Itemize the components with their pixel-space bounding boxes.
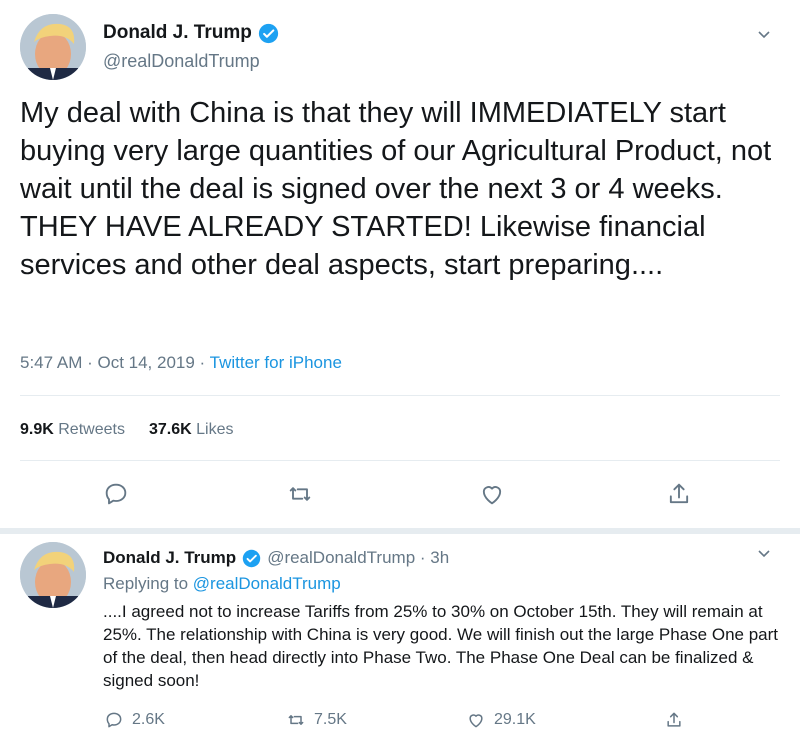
retweets-label[interactable]: Retweets xyxy=(58,421,125,438)
likes-count[interactable]: 37.6K xyxy=(149,421,192,438)
main-tweet: Donald J. Trump @realDonaldTrump My deal… xyxy=(0,0,800,528)
share-icon xyxy=(667,712,681,727)
reply-count: 2.6K xyxy=(132,711,165,728)
reply-button[interactable]: 2.6K xyxy=(104,710,165,730)
reply-icon xyxy=(106,712,122,728)
like-button[interactable]: 29.1K xyxy=(466,710,536,730)
author-name-text[interactable]: Donald J. Trump xyxy=(103,22,252,44)
replying-to: Replying to @realDonaldTrump xyxy=(103,574,341,594)
like-count: 29.1K xyxy=(494,711,536,728)
author-handle[interactable]: @realDonaldTrump · 3h xyxy=(267,548,449,568)
share-button[interactable] xyxy=(664,710,684,730)
reply-header: Donald J. Trump @realDonaldTrump · 3h xyxy=(103,548,449,568)
likes-label[interactable]: Likes xyxy=(196,421,233,438)
share-icon[interactable] xyxy=(665,480,693,508)
verified-icon xyxy=(242,549,261,568)
chevron-down-icon[interactable] xyxy=(756,26,772,42)
mention-link[interactable]: @realDonaldTrump xyxy=(193,574,341,593)
reply-tweet[interactable]: Donald J. Trump @realDonaldTrump · 3h Re… xyxy=(0,534,800,756)
tweet-text: ....I agreed not to increase Tariffs fro… xyxy=(103,602,779,690)
tweet-stats: 9.9K Retweets 37.6K Likes xyxy=(20,421,233,439)
retweets-stat[interactable]: 9.9K Retweets xyxy=(20,421,125,439)
author-name[interactable]: Donald J. Trump xyxy=(103,22,279,44)
avatar[interactable] xyxy=(20,542,86,608)
tweet-text: My deal with China is that they will IMM… xyxy=(20,97,772,281)
retweet-icon xyxy=(288,715,304,725)
author-name[interactable]: Donald J. Trump xyxy=(103,548,236,568)
avatar[interactable] xyxy=(20,14,86,80)
replying-prefix: Replying to xyxy=(103,574,193,593)
divider xyxy=(20,395,780,396)
author-handle[interactable]: @realDonaldTrump xyxy=(103,51,260,72)
source-link[interactable]: Twitter for iPhone xyxy=(210,353,342,372)
chevron-down-icon[interactable] xyxy=(756,545,772,561)
retweets-count[interactable]: 9.9K xyxy=(20,421,54,438)
like-icon xyxy=(469,714,483,728)
tweet-meta: 5:47 AM · Oct 14, 2019 · Twitter for iPh… xyxy=(20,353,342,373)
timestamp[interactable]: 5:47 AM · Oct 14, 2019 · xyxy=(20,353,210,372)
divider xyxy=(20,460,780,461)
likes-stat[interactable]: 37.6K Likes xyxy=(149,421,234,439)
reply-icon[interactable] xyxy=(102,480,130,508)
verified-icon xyxy=(258,23,279,44)
retweet-button[interactable]: 7.5K xyxy=(286,710,347,730)
retweet-count: 7.5K xyxy=(314,711,347,728)
retweet-icon[interactable] xyxy=(286,480,314,508)
like-icon[interactable] xyxy=(478,480,506,508)
